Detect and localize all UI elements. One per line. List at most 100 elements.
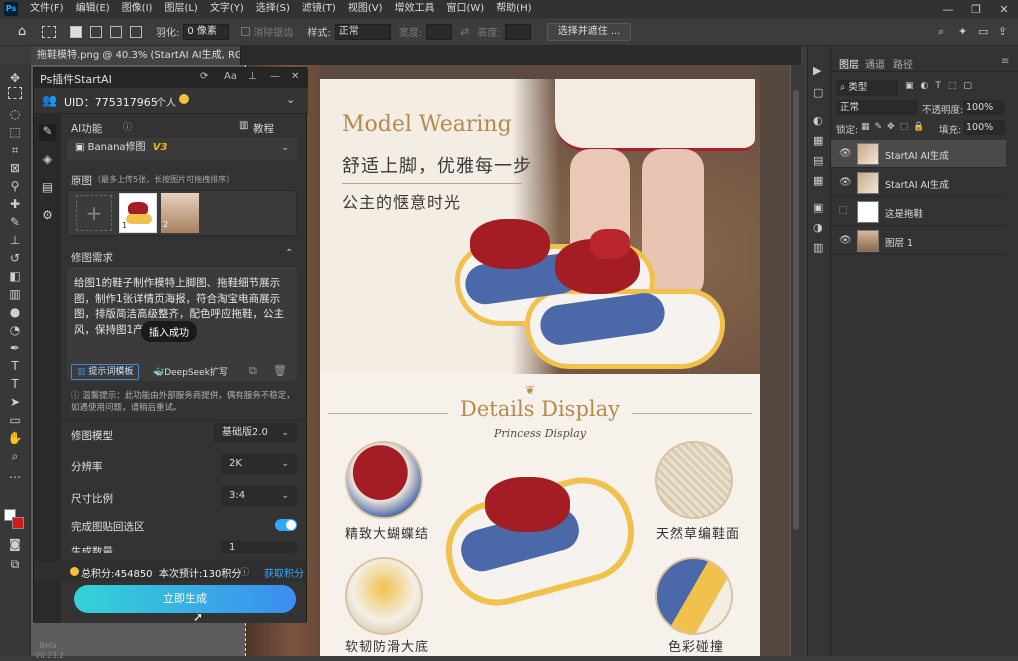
subtract-selection-icon[interactable] [110,25,122,38]
layer-filter-icons[interactable]: ▣◐T⬚▢ [905,81,979,91]
opacity-input[interactable]: 100% [963,100,1005,115]
ratio-select[interactable]: 3:4 ⌄ [221,486,297,506]
adjustments-panel-icon[interactable]: ◑ [813,221,823,234]
more-tools-icon[interactable]: … [5,465,25,483]
upload-thumb-2[interactable]: 2 [161,193,199,233]
new-selection-icon[interactable] [70,25,82,38]
plan-badge[interactable]: 个人 [156,94,176,109]
hidden-eye-icon[interactable] [839,206,847,214]
ai-func-info-icon[interactable]: ⓘ [123,120,132,133]
layers-stack-icon[interactable]: ◈ [40,152,55,167]
vertical-scrollbar-thumb[interactable] [793,90,799,530]
patterns-panel-icon[interactable]: ▦ [813,174,823,187]
trash-icon[interactable]: 🗑 [273,364,287,377]
path-select-tool-icon[interactable]: T [5,357,25,375]
history-panel-icon[interactable]: ▶ [813,64,821,77]
zoom-tool-icon[interactable]: ⌕ [5,447,25,465]
deepseek-expand-button[interactable]: 🐳DeepSeek扩写 [153,365,228,378]
add-selection-icon[interactable] [90,25,102,38]
libraries-panel-icon[interactable]: ▥ [813,241,823,254]
eye-icon[interactable]: 👁 [839,177,852,188]
minimize-button[interactable]: — [934,3,962,16]
eraser-tool-icon[interactable]: ◧ [5,267,25,285]
close-window-button[interactable]: ✕ [990,3,1018,16]
expand-user-chevron-icon[interactable]: ⌄ [286,93,295,106]
count-select[interactable]: 1 [221,541,297,553]
style-select[interactable]: 正常 [334,23,391,40]
search-icon[interactable]: ⌕ [938,25,958,39]
workspace-icon[interactable]: ▭ [978,25,998,38]
swatches-panel-icon[interactable]: ▦ [813,134,823,147]
menu-layer[interactable]: 图层(L) [158,0,203,18]
tab-layers[interactable]: 图层 [839,56,859,71]
screen-mode-icon[interactable]: ⧉ [5,555,25,573]
document-icon[interactable]: ▤ [40,180,55,195]
home-icon[interactable]: ⌂ [12,24,32,39]
document-tab[interactable]: 拖鞋模特.png @ 40.3% (StartAI AI生成, RGB/8#) … [31,46,241,65]
marquee-tool-icon[interactable] [42,25,56,38]
paste-back-toggle[interactable] [275,519,297,531]
menu-filter[interactable]: 滤镜(T) [296,0,342,18]
history-icon[interactable]: ⧉ [249,364,257,378]
menu-type[interactable]: 文字(Y) [204,0,250,18]
model-select[interactable]: 基础版2.0 ⌄ [214,423,297,443]
type-tool-icon[interactable]: T [5,375,25,393]
layer-row[interactable]: 👁 StartAI AI生成 [831,169,1006,197]
object-select-tool-icon[interactable]: ⬚ [5,123,25,141]
frame-tool-icon[interactable]: ⊠ [5,159,25,177]
menu-view[interactable]: 视图(V) [342,0,389,18]
eye-icon[interactable]: 👁 [839,235,852,246]
get-points-link[interactable]: 获取积分 [264,565,304,580]
intersect-selection-icon[interactable] [130,25,142,38]
lasso-tool-icon[interactable]: ◌ [5,105,25,123]
comments-panel-icon[interactable]: ▢ [813,86,823,99]
add-image-button[interactable]: + [76,195,112,231]
select-and-mask-button[interactable]: 选择并遮住 ... [546,22,632,41]
pen-tool-icon[interactable]: ✒ [5,339,25,357]
share-icon[interactable]: ⇪ [998,25,1018,38]
lightbulb-icon[interactable]: ✦ [958,25,978,38]
eye-icon[interactable]: 👁 [839,148,852,159]
layers-menu-icon[interactable]: ≡ [1001,56,1009,67]
feather-input[interactable]: 0 像素 [183,23,230,40]
antialias-checkbox[interactable] [241,27,251,36]
upload-thumb-1[interactable]: 1 [119,193,157,233]
color-panel-icon[interactable]: ◐ [813,114,823,127]
direct-select-tool-icon[interactable]: ➤ [5,393,25,411]
menu-plugins[interactable]: 增效工具 [388,0,440,18]
height-input[interactable] [504,23,531,40]
lock-icons[interactable]: ▦✎✥⬚🔒 [861,122,929,132]
menu-help[interactable]: 帮助(H) [490,0,537,18]
tutorial-book-icon[interactable]: ▥ [239,120,248,131]
layer-kind-filter[interactable]: ⌕ 类型 [836,80,898,96]
close-panel-icon[interactable]: ✕ [291,71,299,82]
clone-stamp-tool-icon[interactable]: ⊥ [5,231,25,249]
refresh-icon[interactable]: ⟳ [200,71,208,82]
pin-icon[interactable]: ⊥ [248,71,257,82]
background-color-swatch[interactable] [12,517,24,529]
font-size-icon[interactable]: Aa [224,71,237,82]
eyedropper-tool-icon[interactable]: ⚲ [5,177,25,195]
move-tool-icon[interactable]: ✥ [5,69,25,87]
gradient-tool-icon[interactable]: ▥ [5,285,25,303]
menu-file[interactable]: 文件(F) [24,0,70,18]
minimize-panel-icon[interactable]: — [270,71,280,82]
ai-function-select[interactable]: ▣ Banana修图 V3 ⌄ [67,138,297,160]
edit-icon[interactable]: ✎ [39,124,56,141]
prompt-template-button[interactable]: ▥ 提示词模板 [71,364,140,380]
swap-icon[interactable]: ⇄ [460,25,469,38]
layer-row[interactable]: 这是拖鞋 [831,198,1006,226]
quick-mask-icon[interactable]: ◙ [5,535,25,553]
layer-row[interactable]: 👁 StartAI AI生成 [831,140,1006,168]
fill-input[interactable]: 100% [963,120,1005,135]
blur-tool-icon[interactable]: ● [5,303,25,321]
blend-mode-select[interactable]: 正常 [836,100,918,115]
maximize-button[interactable]: ❐ [962,3,990,16]
hand-tool-icon[interactable]: ✋ [5,429,25,447]
gradients-panel-icon[interactable]: ▤ [813,154,823,167]
tab-paths[interactable]: 路径 [893,56,913,71]
collapse-request-chevron-icon[interactable]: ⌃ [285,248,293,259]
dodge-tool-icon[interactable]: ◔ [5,321,25,339]
rectangle-tool-icon[interactable]: ▭ [5,411,25,429]
settings-gear-icon[interactable]: ⚙ [40,208,55,223]
